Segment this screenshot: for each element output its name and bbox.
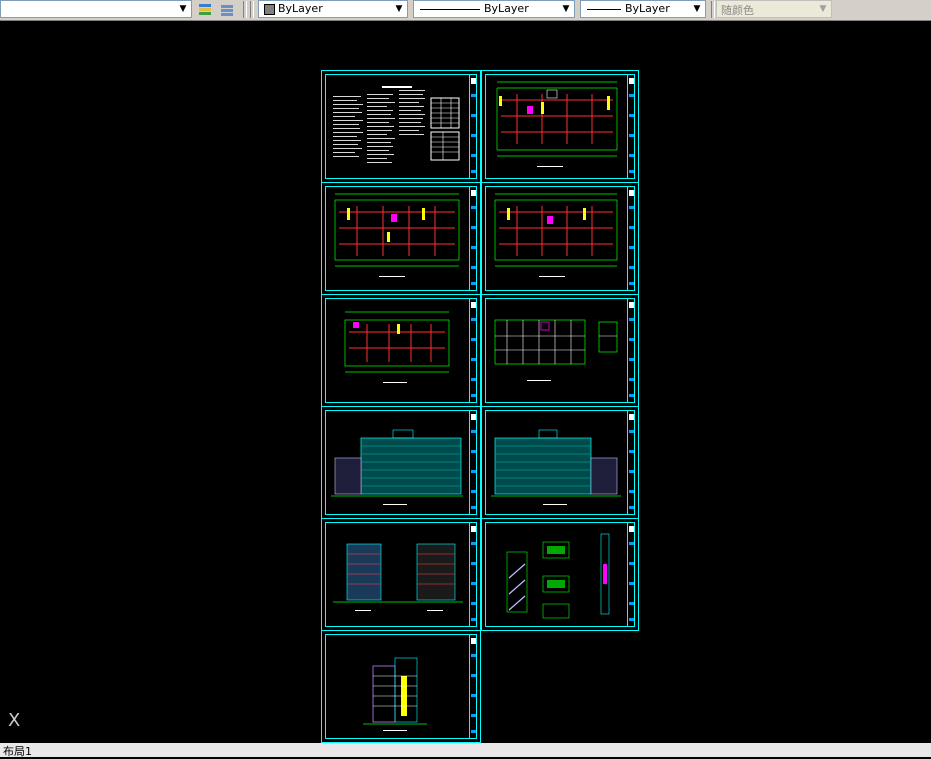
plotstyle-combo[interactable]: 随颜色 ▼ <box>716 0 832 18</box>
sheet-content <box>331 429 463 505</box>
title-block <box>469 74 477 179</box>
linetype-combo[interactable]: ByLayer ▼ <box>413 0 575 18</box>
sheet-content <box>333 543 463 611</box>
layer-previous-icon[interactable] <box>218 1 236 18</box>
drawing-sheet-roof-plan[interactable] <box>321 294 481 407</box>
title-block <box>469 298 477 403</box>
title-block <box>627 186 635 291</box>
drawing-sheet-stair-details[interactable] <box>481 518 639 631</box>
toolbar-separator <box>243 1 247 18</box>
chevron-down-icon[interactable]: ▼ <box>559 2 573 16</box>
title-block <box>469 410 477 515</box>
drawing-sheet-elevation-rear[interactable] <box>481 406 639 519</box>
sheet-content <box>344 311 450 383</box>
layer-states-icon[interactable] <box>196 1 214 18</box>
sheet-content <box>494 193 618 277</box>
sheet-content <box>334 193 460 277</box>
sheet-content <box>496 81 618 167</box>
toolbar-separator <box>711 1 715 18</box>
properties-toolbar: ▼ ByLayer ▼ ByLayer ▼ ByLayer ▼ 随颜色 ▼ <box>0 0 931 21</box>
sheet-content <box>494 319 618 381</box>
chevron-down-icon[interactable]: ▼ <box>392 2 406 16</box>
layer-combo[interactable]: ▼ <box>0 0 192 18</box>
lineweight-combo[interactable]: ByLayer ▼ <box>580 0 706 18</box>
color-combo-value: ByLayer <box>278 2 323 15</box>
sheet-content <box>506 533 610 619</box>
title-block <box>469 634 477 739</box>
drawing-sheet-floor-plan-3[interactable] <box>481 182 639 295</box>
title-block <box>469 522 477 627</box>
lineweight-combo-value: ByLayer <box>625 2 670 15</box>
plotstyle-combo-value: 随颜色 <box>721 4 754 17</box>
drawing-sheet-notes[interactable] <box>321 70 481 183</box>
title-block <box>627 410 635 515</box>
sheet-content <box>363 657 427 731</box>
chevron-down-icon[interactable]: ▼ <box>176 2 190 16</box>
drawing-sheet-side-elevations[interactable] <box>321 518 481 631</box>
lineweight-preview <box>587 9 621 10</box>
drawing-area[interactable] <box>0 21 931 743</box>
drawing-sheet-elevation-front[interactable] <box>321 406 481 519</box>
linetype-preview <box>420 9 480 10</box>
title-block <box>469 186 477 291</box>
sheet-content <box>333 86 460 163</box>
layout-tab-bar: 布局1 <box>0 743 931 758</box>
ucs-icon: X <box>8 710 21 731</box>
drawing-sheet-floor-plan-2[interactable] <box>321 182 481 295</box>
chevron-down-icon[interactable]: ▼ <box>816 2 830 16</box>
color-swatch-icon <box>264 4 275 15</box>
linetype-combo-value: ByLayer <box>484 2 529 15</box>
color-combo[interactable]: ByLayer ▼ <box>258 0 408 18</box>
drawing-sheet-structure-plan[interactable] <box>481 294 639 407</box>
drawing-sheet-section[interactable] <box>321 630 481 743</box>
title-block <box>627 522 635 627</box>
title-block <box>627 298 635 403</box>
chevron-down-icon[interactable]: ▼ <box>690 2 704 16</box>
toolbar-separator <box>250 1 254 18</box>
sheet-content <box>491 429 621 505</box>
drawing-sheet-floor-plan-1[interactable] <box>481 70 639 183</box>
title-block <box>627 74 635 179</box>
